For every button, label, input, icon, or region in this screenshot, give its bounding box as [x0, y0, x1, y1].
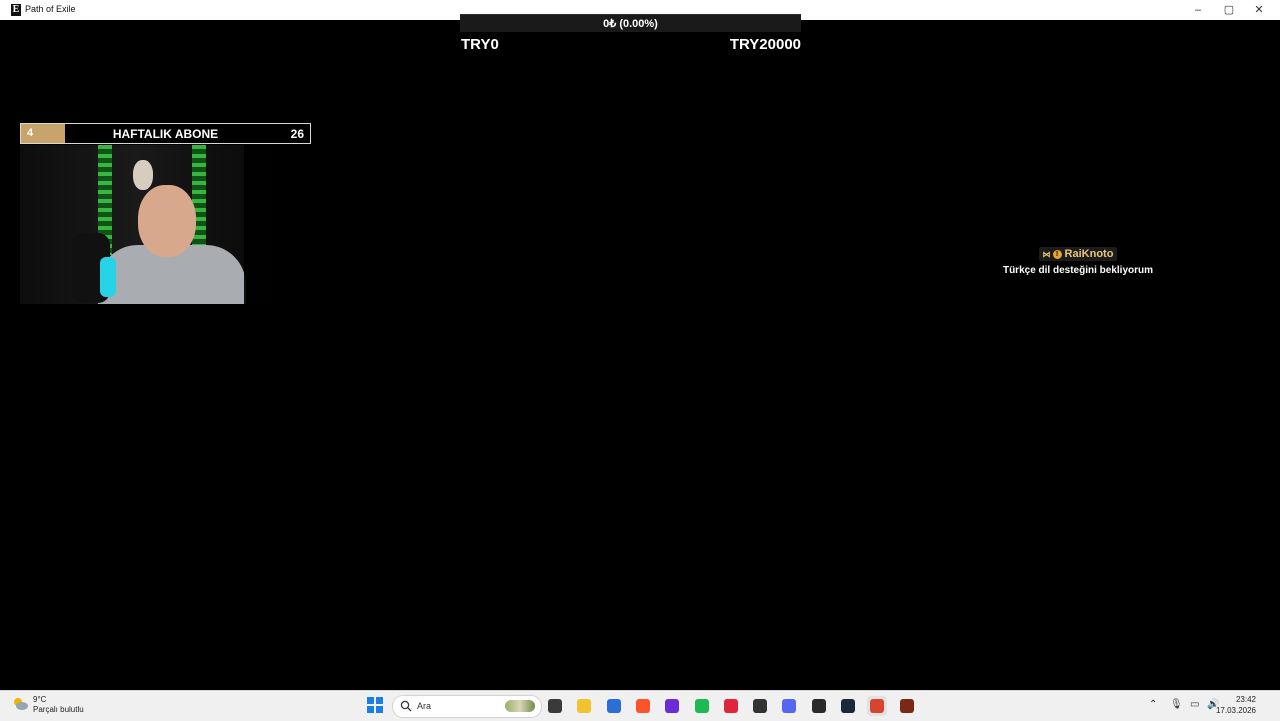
taskbar-clock-time[interactable]: 23:42: [1236, 695, 1256, 704]
weather-temperature[interactable]: 9°C: [33, 695, 46, 704]
webcam-light-strand: [192, 145, 206, 255]
opera-gx-icon[interactable]: [721, 696, 741, 716]
windows-taskbar: 9°C Parçalı bulutlu Ara ⌃ 🎙 ▭ 🔊 23:42 17…: [0, 690, 1280, 721]
window-title: Path of Exile: [25, 4, 76, 14]
obs-studio-icon[interactable]: [809, 696, 829, 716]
nzxt-cam-icon[interactable]: [662, 696, 682, 716]
bits-badge-icon: !: [1052, 249, 1062, 259]
chat-username-pill: ⋈! RaiKnoto: [1038, 247, 1118, 261]
chat-message: ⋈! RaiKnoto Türkçe dil desteğini bekliyor…: [998, 244, 1158, 276]
search-icon: [400, 700, 412, 712]
streaming-app-icon[interactable]: [867, 696, 887, 716]
steelseries-gg-icon[interactable]: [750, 696, 770, 716]
partly-cloudy-icon[interactable]: [12, 697, 28, 711]
webcam-skull-decoration: [133, 160, 153, 190]
donation-percent-text: 0₺ (0.00%): [603, 18, 658, 30]
task-view-icon[interactable]: [545, 696, 565, 716]
taskbar-clock-date[interactable]: 17.03.2026: [1216, 706, 1256, 715]
weather-description[interactable]: Parçalı bulutlu: [33, 705, 84, 714]
search-placeholder: Ara: [417, 701, 432, 711]
windows-start-icon[interactable]: [367, 697, 383, 713]
minimize-button[interactable]: –: [1189, 2, 1207, 18]
subscriber-badge-icon: ⋈: [1042, 250, 1051, 259]
donation-goal-widget: 0₺ (0.00%) TRY0 TRY20000: [460, 14, 801, 53]
microsoft-store-icon[interactable]: [604, 696, 624, 716]
taskbar-search-box[interactable]: Ara: [392, 695, 542, 718]
show-hidden-icons-chevron-icon[interactable]: ⌃: [1149, 699, 1157, 710]
close-button[interactable]: ✕: [1250, 2, 1268, 18]
search-highlight-image: [505, 700, 535, 712]
webcam-mic-light: [100, 257, 116, 297]
webcam-feed: [20, 145, 310, 304]
donation-max-label: TRY20000: [729, 36, 801, 53]
webcam-dark-area: [244, 145, 310, 304]
spotify-icon[interactable]: [692, 696, 712, 716]
maximize-button[interactable]: ▢: [1220, 2, 1238, 18]
path-of-exile-app-icon: E: [11, 4, 21, 16]
sub-goal-target: 26: [290, 127, 304, 141]
network-icon[interactable]: ▭: [1190, 699, 1199, 710]
chat-username: RaiKnoto: [1064, 248, 1114, 260]
steam-icon[interactable]: [838, 696, 858, 716]
discord-icon[interactable]: [779, 696, 799, 716]
sub-goal-label: HAFTALIK ABONE: [112, 127, 219, 141]
file-explorer-icon[interactable]: [574, 696, 594, 716]
path-of-exile-icon[interactable]: [897, 696, 917, 716]
weekly-sub-goal-widget: 4 HAFTALIK ABONE 26: [20, 123, 311, 144]
brave-browser-icon[interactable]: [633, 696, 653, 716]
donation-min-label: TRY0: [461, 36, 499, 53]
chat-message-text: Türkçe dil desteğini bekliyorum: [1002, 265, 1154, 276]
microphone-icon[interactable]: 🎙: [1170, 699, 1183, 710]
donation-progress-bar: 0₺ (0.00%): [460, 14, 801, 32]
webcam-streamer-head: [138, 185, 196, 257]
